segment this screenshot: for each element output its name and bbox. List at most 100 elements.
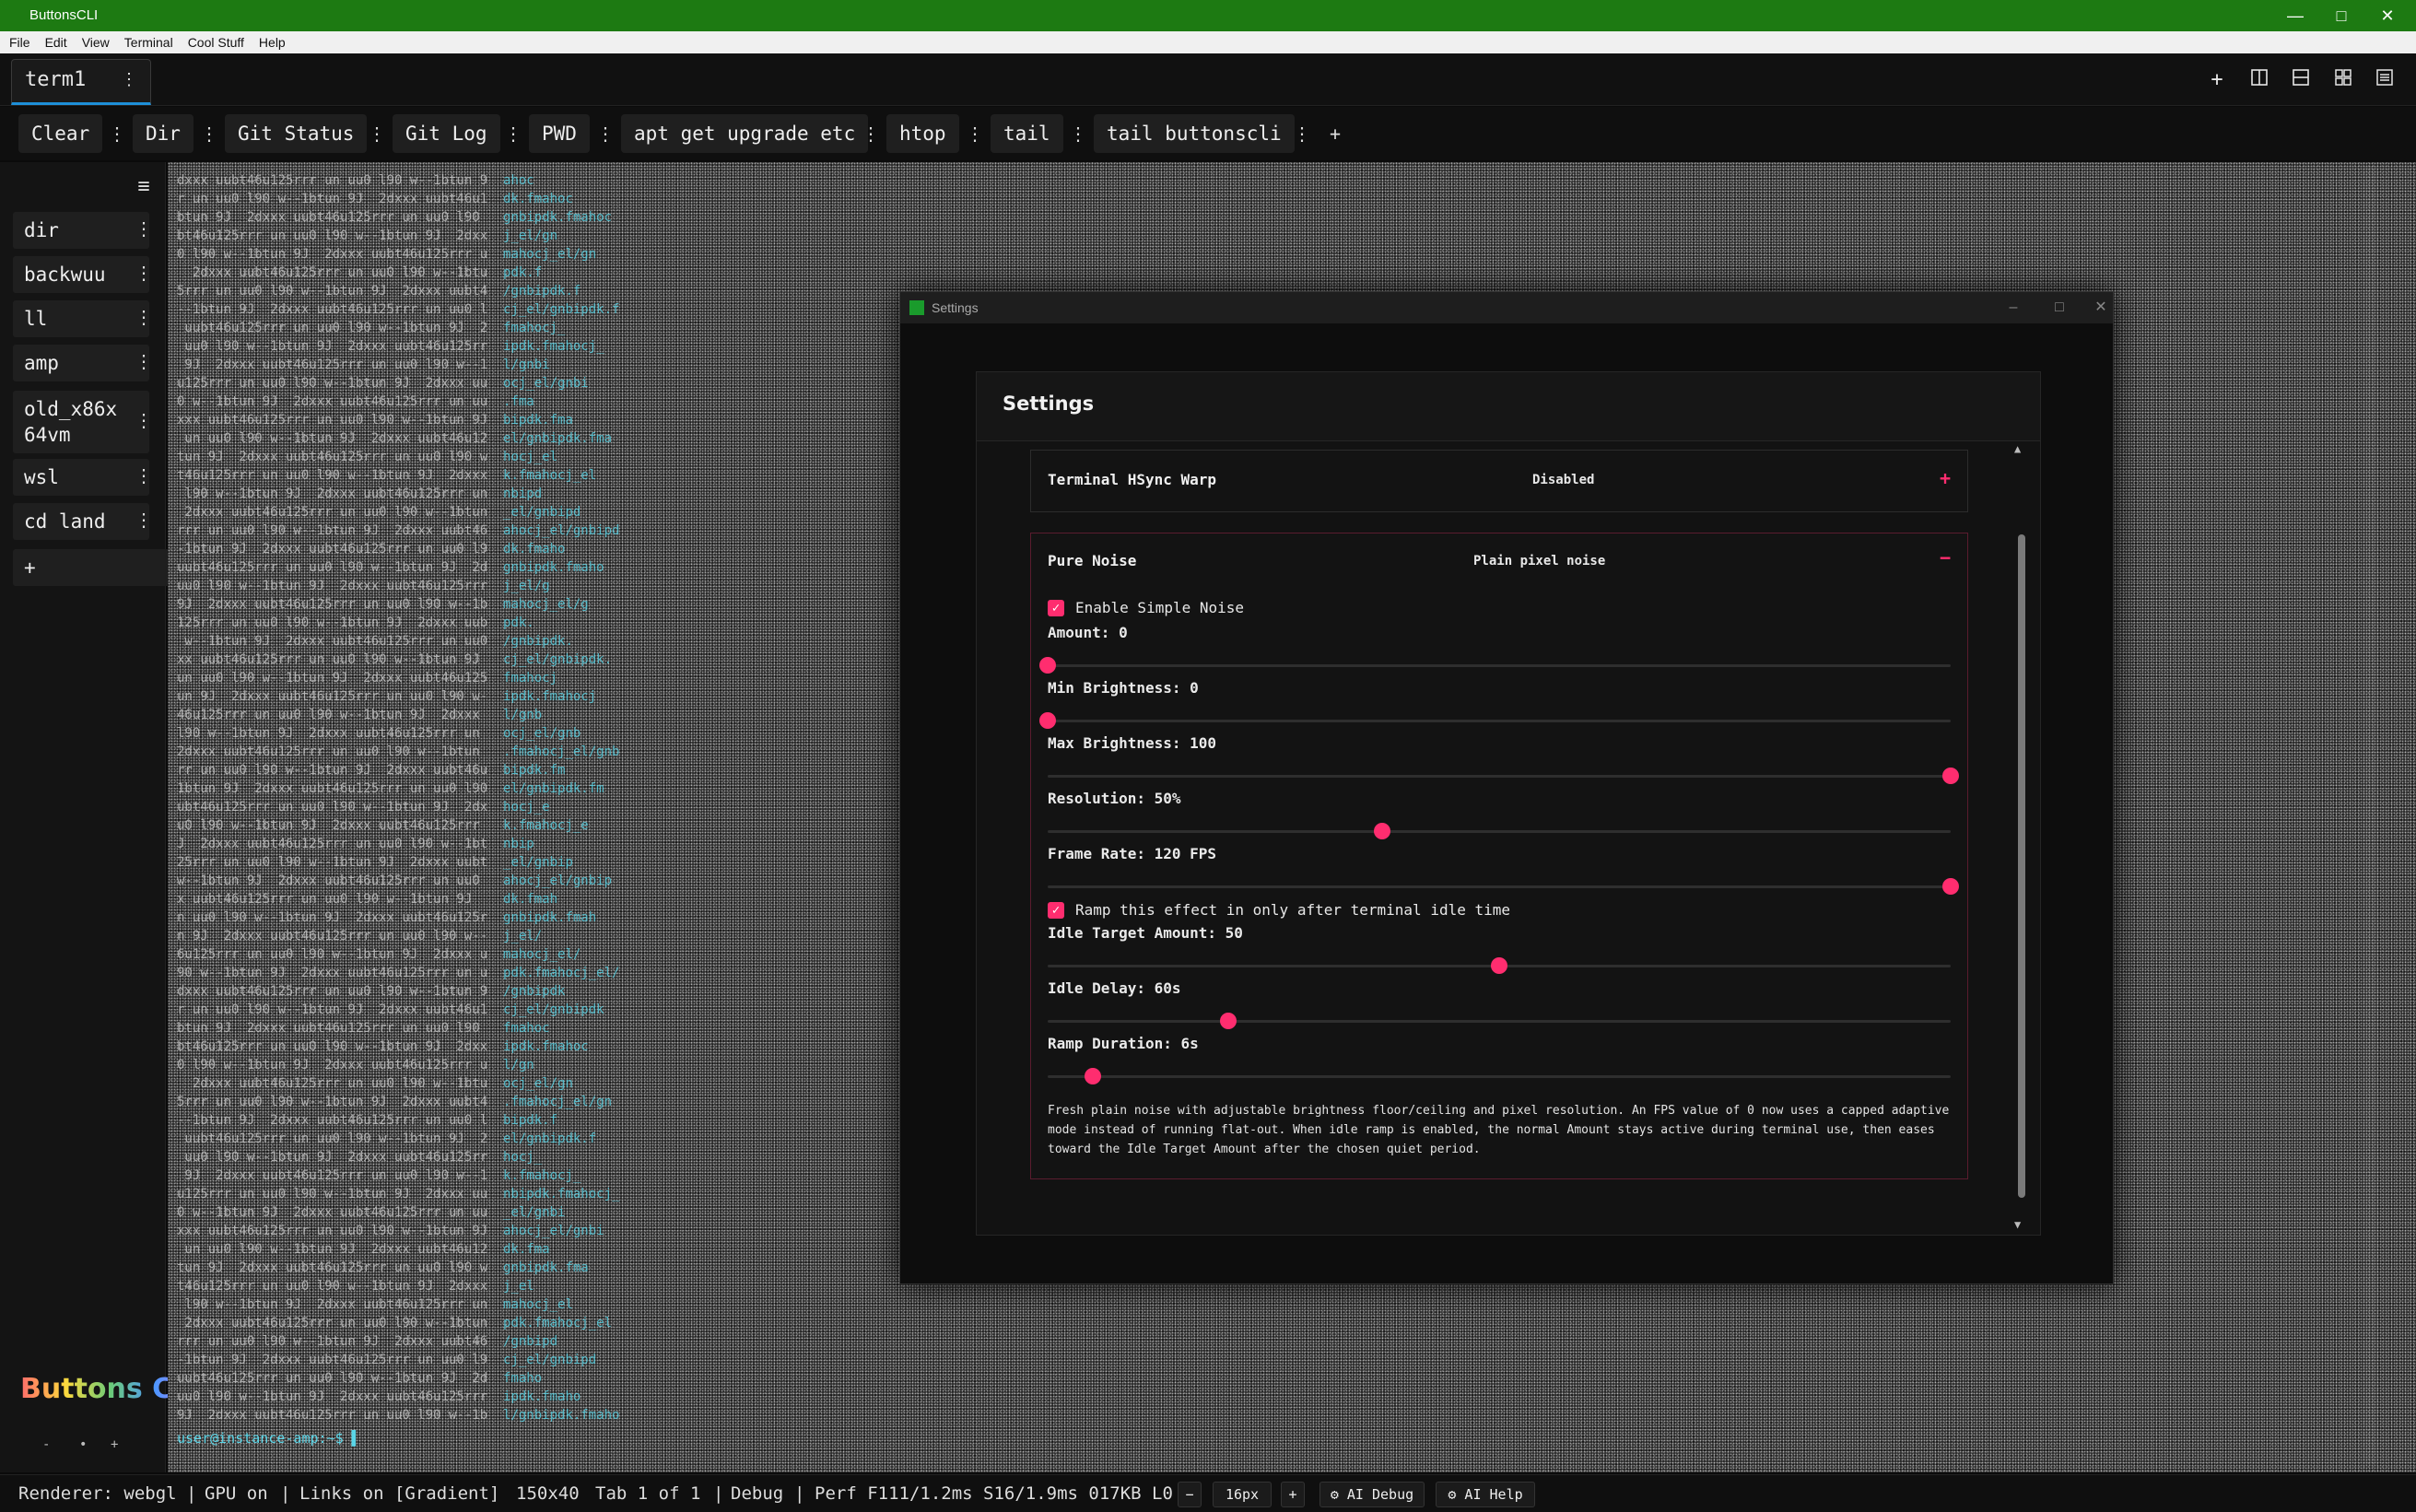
terminal-noise-line: x uubt46u125rrr un uu0 l90 w--1btun 9J d… (177, 892, 558, 907)
sidebar-item-menu-icon[interactable]: ⋮ (135, 409, 153, 431)
section-terminal-hsync-warp[interactable]: Terminal HSync Warp Disabled + (1030, 450, 1968, 512)
split-horizontal-icon[interactable] (2284, 64, 2317, 96)
zoom-reset-icon[interactable]: • (79, 1437, 87, 1452)
git-log-menu-icon[interactable]: ⋮ (503, 114, 523, 153)
ai-help-button[interactable]: ⚙ AI Help (1436, 1482, 1535, 1507)
sidebar-item-old-x86x64vm[interactable]: old_x86x 64vm (13, 391, 149, 453)
sidebar-item-menu-icon[interactable]: ⋮ (135, 306, 153, 328)
clear-menu-icon[interactable]: ⋮ (107, 114, 127, 153)
sidebar-item-menu-icon[interactable]: ⋮ (135, 217, 153, 240)
slider-thumb[interactable] (1942, 768, 1959, 784)
slider-thumb[interactable] (1942, 878, 1959, 895)
settings-scrollbar[interactable]: ▲ ▼ (2012, 442, 2029, 1231)
git-log-button[interactable]: Git Log (393, 114, 500, 153)
ramp-duration-slider[interactable] (1048, 1068, 1951, 1084)
menu-cool-stuff[interactable]: Cool Stuff (188, 35, 253, 50)
tab-term1[interactable]: term1 ⋮ (11, 59, 151, 105)
sidebar-add-button[interactable]: + (13, 549, 175, 586)
git-status-menu-icon[interactable]: ⋮ (367, 114, 387, 153)
font-increase-button[interactable]: + (1281, 1482, 1305, 1507)
perf-status: Perf F111/1.2ms S16/1.9ms 017KB L0 (815, 1483, 1173, 1504)
add-button-icon[interactable]: + (1325, 114, 1345, 153)
sidebar-item-dir[interactable]: dir (13, 212, 149, 249)
scroll-down-icon[interactable]: ▼ (2014, 1218, 2021, 1231)
slider-thumb[interactable] (1373, 823, 1390, 839)
new-tab-icon[interactable]: + (2200, 64, 2234, 96)
sidebar-item-ll[interactable]: ll (13, 300, 149, 337)
dir-menu-icon[interactable]: ⋮ (199, 114, 219, 153)
pwd-menu-icon[interactable]: ⋮ (595, 114, 616, 153)
font-decrease-button[interactable]: − (1178, 1482, 1202, 1507)
minimize-icon[interactable]: — (2272, 4, 2318, 28)
idle-target-amount-slider[interactable] (1048, 957, 1951, 974)
slider-thumb[interactable] (1491, 957, 1507, 974)
tail-buttonscli-button[interactable]: tail buttonscli (1094, 114, 1295, 153)
sidebar-item-menu-icon[interactable]: ⋮ (135, 262, 153, 284)
enable-simple-noise-checkbox[interactable]: ✓ (1048, 600, 1064, 616)
tail-button[interactable]: tail (991, 114, 1063, 153)
menu-help[interactable]: Help (259, 35, 295, 50)
min-brightness-slider[interactable] (1039, 712, 1951, 729)
scroll-up-icon[interactable]: ▲ (2014, 442, 2021, 455)
links-status[interactable]: Links on [Gradient] (299, 1475, 499, 1512)
zoom-out-icon[interactable]: - (42, 1437, 50, 1452)
sidebar-item-menu-icon[interactable]: ⋮ (135, 350, 153, 372)
settings-close-icon[interactable]: ✕ (2087, 292, 2115, 323)
terminal-scrollbar[interactable] (2364, 166, 2377, 1465)
apt-upgrade-button[interactable]: apt get upgrade etc (621, 114, 869, 153)
window-title: ButtonsCLI (29, 7, 99, 23)
ai-debug-button[interactable]: ⚙ AI Debug (1319, 1482, 1425, 1507)
pwd-button[interactable]: PWD (529, 114, 590, 153)
sidebar-item-menu-icon[interactable]: ⋮ (135, 464, 153, 486)
sidebar-item-amp[interactable]: amp (13, 345, 149, 381)
git-status-button[interactable]: Git Status (225, 114, 368, 153)
frame-rate-slider[interactable] (1048, 878, 1959, 895)
split-vertical-icon[interactable] (2243, 64, 2276, 96)
slider-thumb[interactable] (1220, 1013, 1237, 1029)
close-icon[interactable]: ✕ (2364, 4, 2410, 28)
terminal-noise-line: 5rrr un uu0 l90 w--1btun 9J 2dxxx uubt4 … (177, 284, 581, 299)
collapse-icon[interactable]: − (1940, 546, 1951, 568)
sidebar-item-wsl[interactable]: wsl (13, 459, 149, 496)
sidebar-item-menu-icon[interactable]: ⋮ (135, 509, 153, 531)
terminal-noise-line: -1btun 9J 2dxxx uubt46u125rrr un uu0 l9 … (177, 1353, 597, 1367)
max-brightness-slider[interactable] (1048, 768, 1959, 784)
apt-upgrade-menu-icon[interactable]: ⋮ (861, 114, 881, 153)
settings-minimize-icon[interactable]: – (1995, 292, 2032, 323)
ramp-idle-checkbox[interactable]: ✓ (1048, 902, 1064, 919)
menu-file[interactable]: File (9, 35, 40, 50)
sidebar-item-cd-land[interactable]: cd land (13, 503, 149, 540)
slider-thumb[interactable] (1039, 657, 1056, 674)
menu-view[interactable]: View (82, 35, 119, 50)
amount-slider[interactable] (1039, 657, 1951, 674)
tail-menu-icon[interactable]: ⋮ (1068, 114, 1088, 153)
idle-delay-slider[interactable] (1048, 1013, 1951, 1029)
menu-terminal[interactable]: Terminal (124, 35, 182, 50)
htop-menu-icon[interactable]: ⋮ (965, 114, 985, 153)
slider-thumb[interactable] (1085, 1068, 1101, 1084)
debug-toggle[interactable]: Debug (731, 1475, 783, 1512)
expand-icon[interactable]: + (1940, 467, 1951, 489)
scroll-thumb[interactable] (2018, 534, 2025, 1198)
dir-button[interactable]: Dir (133, 114, 194, 153)
resolution-slider[interactable] (1048, 823, 1951, 839)
htop-button[interactable]: htop (886, 114, 959, 153)
clear-button[interactable]: Clear (18, 114, 103, 153)
font-size-field[interactable]: 16px (1213, 1482, 1272, 1507)
grid-layout-icon[interactable] (2327, 64, 2360, 96)
tail-buttonscli-menu-icon[interactable]: ⋮ (1292, 114, 1312, 153)
terminal-noise-line: uu0 l90 w--1btun 9J 2dxxx uubt46u125rrr … (177, 579, 550, 593)
slider-thumb[interactable] (1039, 712, 1056, 729)
zoom-in-icon[interactable]: + (111, 1437, 118, 1452)
terminal-noise-line: n uu0 l90 w--1btun 9J 2dxxx uubt46u125r … (177, 910, 597, 925)
pure-noise-description: Fresh plain noise with adjustable bright… (1048, 1104, 1950, 1156)
settings-list-icon[interactable] (2368, 64, 2401, 96)
tab-menu-icon[interactable]: ⋮ (121, 60, 137, 100)
terminal-noise-line: 125rrr un uu0 l90 w--1btun 9J 2dxxx uub … (177, 615, 534, 630)
sidebar-item-backwuu[interactable]: backwuu (13, 256, 149, 293)
settings-maximize-icon[interactable]: □ (2041, 292, 2078, 323)
menu-edit[interactable]: Edit (45, 35, 76, 50)
idle-delay-label: Idle Delay: 60s (1048, 979, 1181, 997)
maximize-icon[interactable]: □ (2318, 4, 2364, 28)
sidebar-hamburger-icon[interactable]: ≡ (135, 175, 153, 198)
